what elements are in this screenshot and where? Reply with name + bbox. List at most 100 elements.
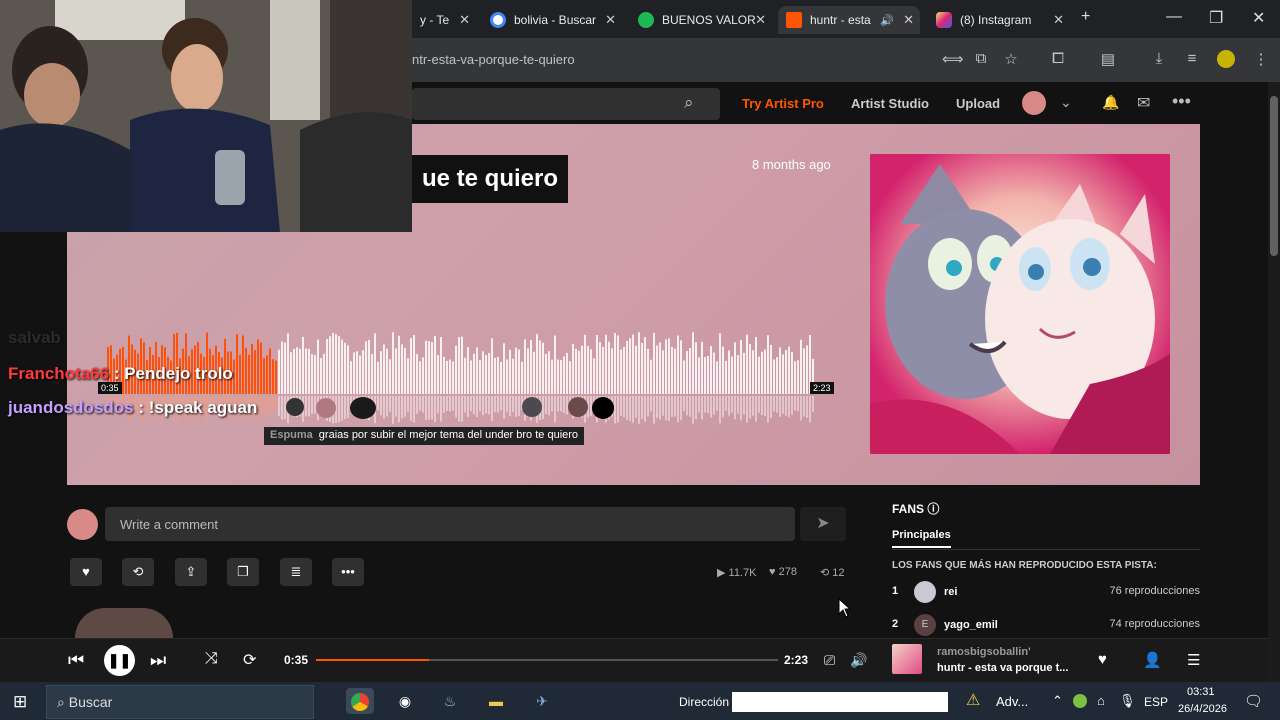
- upload-link[interactable]: Upload: [956, 96, 1000, 111]
- speaker-icon[interactable]: 🔊: [880, 14, 894, 27]
- tab-1[interactable]: bolivia - Buscar ✕: [482, 6, 622, 34]
- send-comment-button[interactable]: ➤: [800, 507, 846, 541]
- media-control-icon[interactable]: ≡: [1183, 50, 1201, 68]
- fan-name[interactable]: rei: [944, 586, 957, 598]
- tooltip-user[interactable]: Espuma: [270, 429, 313, 443]
- extensions-icon[interactable]: ⧠: [1049, 50, 1067, 68]
- chrome-menu-icon[interactable]: ⋮: [1252, 50, 1270, 68]
- network-icon[interactable]: ⌂: [1097, 693, 1105, 708]
- close-tab-icon[interactable]: ✕: [755, 12, 766, 28]
- queue-icon[interactable]: ☰: [1187, 651, 1200, 669]
- warning-icon[interactable]: ⚠: [966, 690, 980, 710]
- pause-button[interactable]: ❚❚: [104, 645, 135, 676]
- like-button[interactable]: ♥: [70, 558, 102, 586]
- previous-track-icon[interactable]: ⏮: [68, 650, 84, 671]
- clock-date[interactable]: 26/4/2026: [1178, 703, 1227, 715]
- artist-studio-link[interactable]: Artist Studio: [851, 96, 929, 111]
- close-tab-icon[interactable]: ✕: [1053, 12, 1064, 28]
- waveform-bar-reflection: [698, 396, 700, 413]
- waveform-comment-avatar[interactable]: [286, 398, 304, 416]
- user-avatar[interactable]: [1022, 91, 1046, 115]
- now-playing-title[interactable]: huntr - esta va porque t...: [937, 662, 1068, 674]
- more-actions-button[interactable]: •••: [332, 558, 364, 586]
- maximize-icon[interactable]: ❐: [1209, 8, 1223, 28]
- waveform-bar-reflection: [770, 396, 772, 419]
- waveform-bar-reflection: [437, 396, 439, 414]
- app-icon[interactable]: ◉: [391, 688, 419, 714]
- clock-time[interactable]: 03:31: [1187, 686, 1215, 698]
- now-playing-artwork[interactable]: [892, 644, 922, 674]
- microphone-icon[interactable]: 🎙: [1119, 693, 1136, 709]
- waveform-comment-avatar[interactable]: [350, 397, 376, 419]
- install-app-icon[interactable]: ⧉: [972, 50, 990, 68]
- close-tab-icon[interactable]: ✕: [459, 12, 470, 28]
- messages-icon[interactable]: ✉: [1137, 93, 1150, 113]
- waveform-comment-avatar[interactable]: [522, 397, 542, 417]
- profile-avatar-icon[interactable]: [1217, 50, 1235, 68]
- repeat-icon[interactable]: ⟳: [243, 650, 256, 670]
- add-to-playlist-button[interactable]: ≣: [280, 558, 312, 586]
- info-icon[interactable]: ⓘ: [927, 502, 939, 516]
- next-track-icon[interactable]: ⏭: [150, 650, 166, 671]
- progress-bar[interactable]: [316, 659, 778, 661]
- taskbar-search[interactable]: ⌕ Buscar: [46, 685, 314, 719]
- artist-avatar[interactable]: [75, 608, 173, 638]
- waveform-comment-avatar[interactable]: [568, 397, 588, 417]
- chrome-icon[interactable]: [346, 688, 374, 714]
- new-tab-icon[interactable]: +: [1081, 8, 1090, 26]
- tab-3-active[interactable]: huntr - esta 🔊 ✕: [778, 6, 920, 34]
- tray-app-icon[interactable]: [1073, 694, 1087, 708]
- notifications-bell-icon[interactable]: 🔔: [1102, 94, 1119, 111]
- waveform-bar-reflection: [452, 396, 454, 411]
- tray-app-label[interactable]: Adv...: [996, 694, 1028, 709]
- waveform-comment-avatar[interactable]: [316, 398, 336, 418]
- tab-0[interactable]: y - Te ✕: [412, 6, 476, 34]
- language-indicator[interactable]: ESP: [1144, 695, 1168, 709]
- steam-icon[interactable]: ♨: [436, 688, 464, 714]
- file-explorer-icon[interactable]: ▬: [482, 688, 510, 714]
- app-icon[interactable]: ✈: [528, 688, 556, 714]
- address-toolbar-input[interactable]: [732, 692, 948, 712]
- like-icon[interactable]: ♥: [1098, 651, 1107, 668]
- volume-icon[interactable]: 🔊: [850, 652, 867, 669]
- try-artist-pro-link[interactable]: Try Artist Pro: [742, 96, 824, 111]
- minimize-icon[interactable]: —: [1166, 8, 1182, 26]
- now-playing-artist[interactable]: ramosbigsoballin': [937, 646, 1031, 658]
- download-icon[interactable]: ⤓: [1150, 50, 1168, 68]
- url-text[interactable]: ntr-esta-va-porque-te-quiero: [412, 52, 575, 67]
- comment-input[interactable]: Write a comment: [105, 507, 795, 541]
- close-tab-icon[interactable]: ✕: [605, 12, 616, 28]
- cast-icon[interactable]: ⎚: [824, 652, 835, 669]
- notifications-icon[interactable]: 🗨: [1244, 692, 1263, 710]
- waveform-bar-reflection: [788, 396, 790, 418]
- bookmark-star-icon[interactable]: ☆: [1002, 50, 1020, 68]
- repost-button[interactable]: ⟲: [122, 558, 154, 586]
- waveform-bar: [794, 361, 796, 394]
- waveform-bar-reflection: [659, 396, 661, 420]
- tab-principales[interactable]: Principales: [892, 529, 951, 548]
- search-input[interactable]: [412, 88, 720, 120]
- more-options-icon[interactable]: •••: [1172, 91, 1191, 112]
- fan-row[interactable]: 2 E yago_emil 74 reproducciones: [892, 614, 1200, 636]
- chevron-down-icon[interactable]: ⌄: [1060, 94, 1072, 111]
- tab-2[interactable]: BUENOS VALOR ✕: [630, 6, 772, 34]
- share-button[interactable]: ⇪: [175, 558, 207, 586]
- translate-icon[interactable]: ⟺: [942, 50, 964, 68]
- chevron-up-icon[interactable]: ⌃: [1052, 693, 1063, 709]
- close-tab-icon[interactable]: ✕: [903, 12, 914, 28]
- search-icon[interactable]: ⌕: [684, 93, 694, 113]
- windows-start-icon[interactable]: ⊞: [13, 692, 27, 712]
- waveform-bar: [632, 334, 634, 394]
- waveform-bar-reflection: [695, 396, 697, 420]
- tab-4[interactable]: (8) Instagram ✕: [928, 6, 1070, 34]
- close-window-icon[interactable]: ✕: [1252, 8, 1265, 28]
- follow-user-icon[interactable]: 👤: [1143, 651, 1162, 669]
- scrollbar-thumb[interactable]: [1270, 96, 1278, 256]
- fan-row[interactable]: 1 rei 76 reproducciones: [892, 581, 1200, 603]
- reading-mode-icon[interactable]: ▤: [1099, 50, 1117, 68]
- fan-name[interactable]: yago_emil: [944, 619, 998, 631]
- shuffle-icon[interactable]: ⤨: [205, 650, 218, 668]
- copy-link-button[interactable]: ❐: [227, 558, 259, 586]
- waveform-bar-reflection: [713, 396, 715, 415]
- waveform-comment-avatar[interactable]: [592, 397, 614, 419]
